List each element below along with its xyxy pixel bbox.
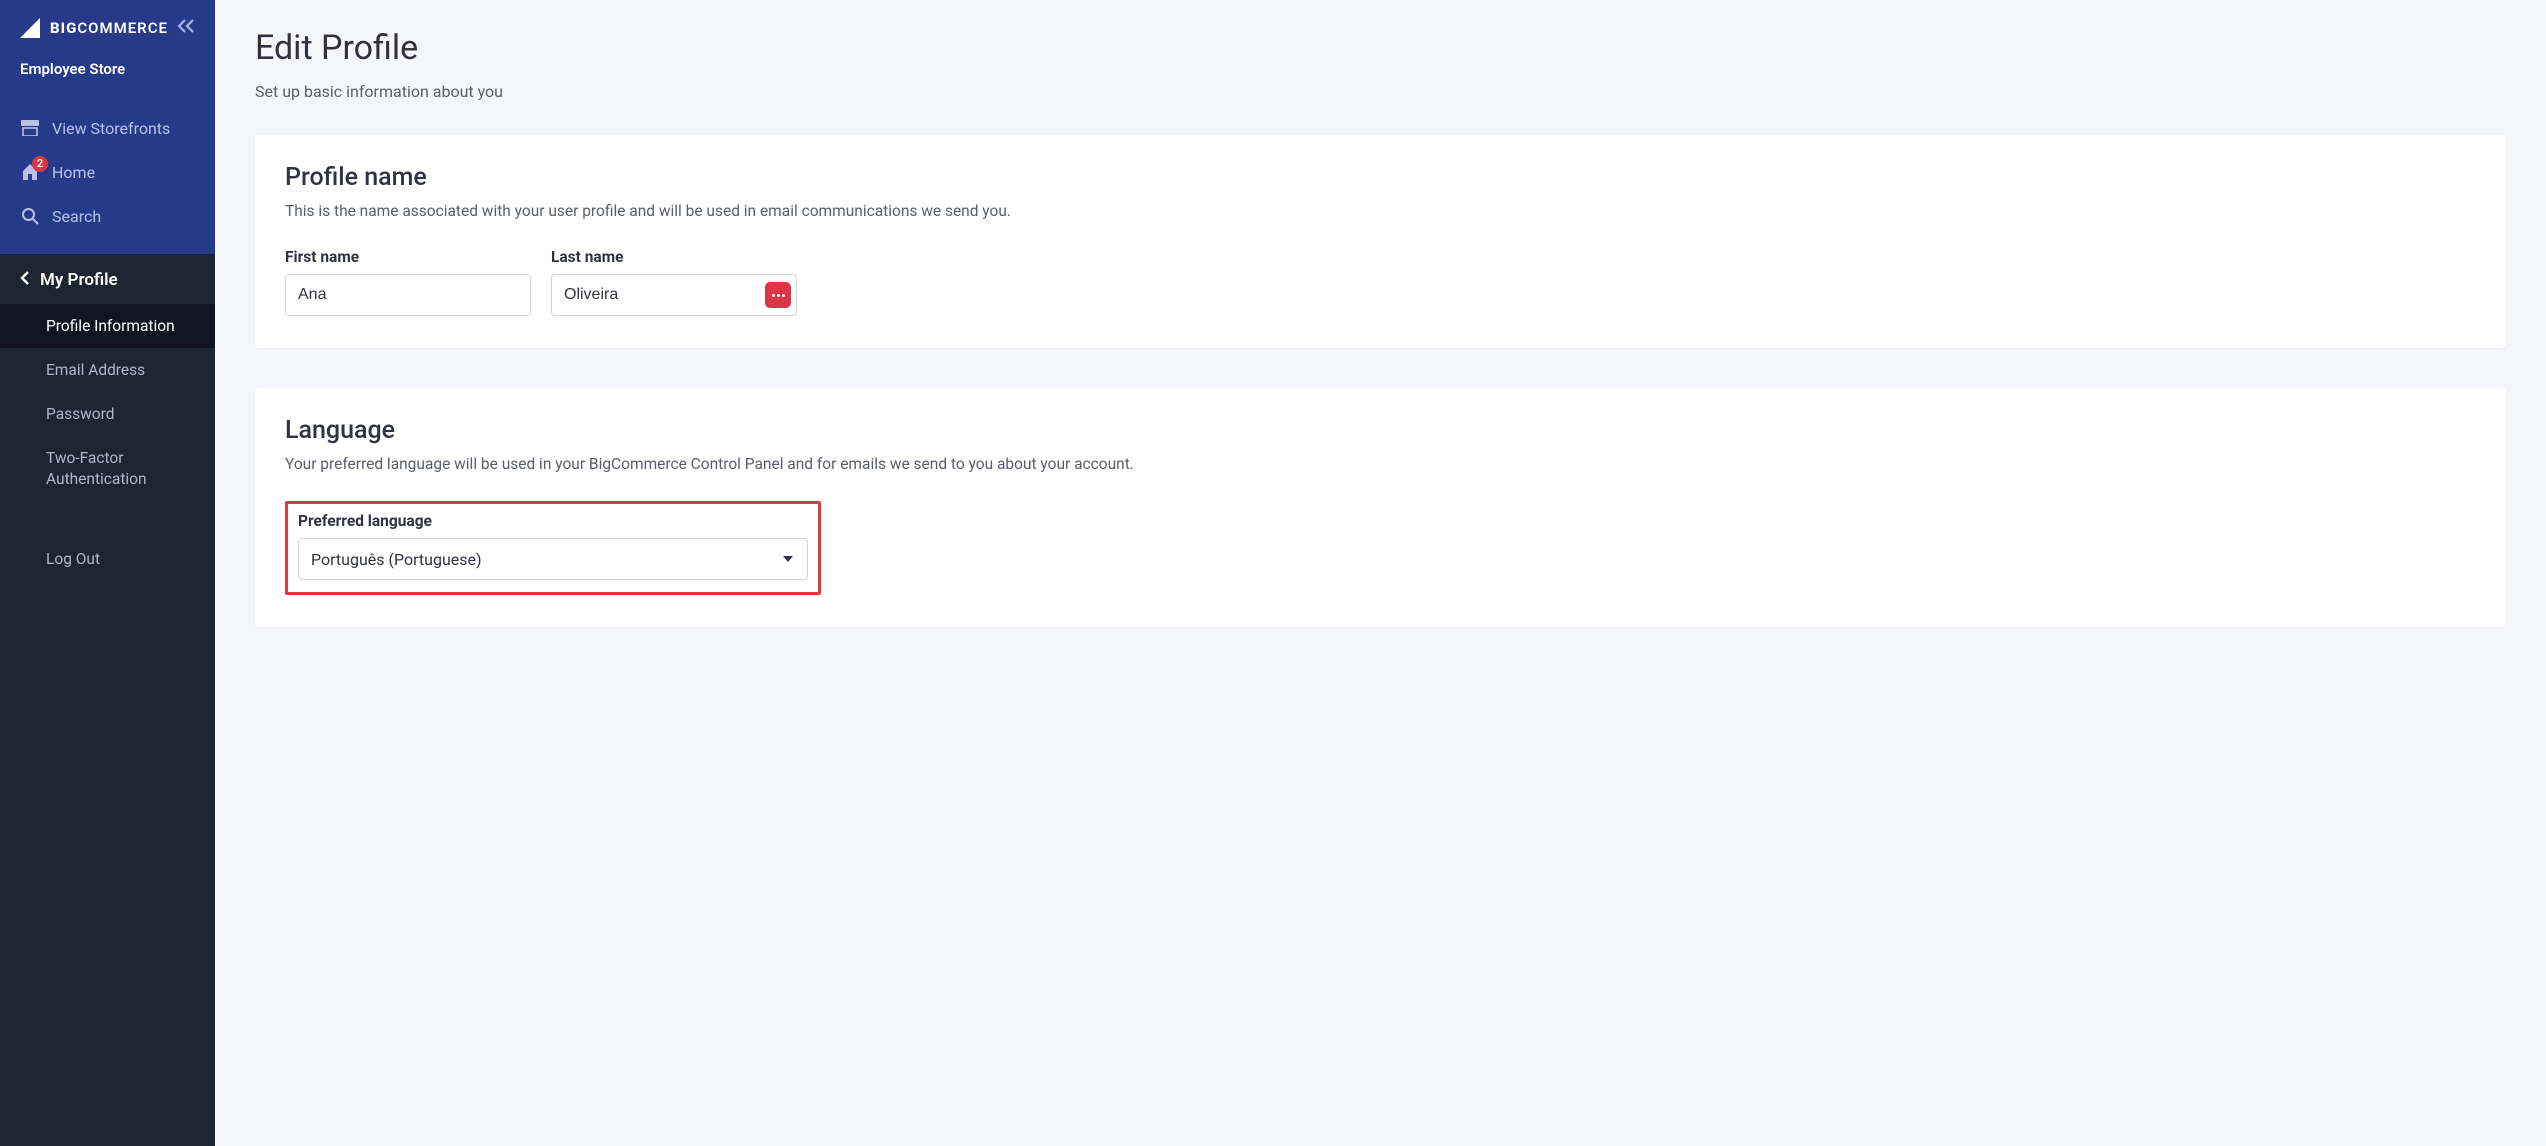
page-title: Edit Profile [255,28,2506,68]
nav-label: View Storefronts [52,119,170,138]
nav-secondary: My Profile Profile Information Email Add… [0,254,215,1146]
nav-sub-two-factor-authentication[interactable]: Two-Factor Authentication [0,436,215,500]
nav-sub-label: Two-Factor Authentication [46,449,147,487]
section-title-profile-name: Profile name [285,163,2476,192]
home-icon: 2 [20,162,40,182]
card-language: Language Your preferred language will be… [255,388,2506,627]
nav-sub-profile-information[interactable]: Profile Information [0,304,215,348]
nav-item-search[interactable]: Search [0,194,215,238]
nav-item-view-storefronts[interactable]: View Storefronts [0,106,215,150]
nav-sub-email-address[interactable]: Email Address [0,348,215,392]
sidebar: BIGCOMMERCE Employee Store View Storefro… [0,0,215,1146]
nav-label: Search [52,207,101,226]
nav-sub-log-out[interactable]: Log Out [0,537,215,581]
label-last-name: Last name [551,248,797,266]
storefront-icon [20,118,40,138]
first-name-input[interactable] [285,274,531,316]
brand-logo[interactable]: BIGCOMMERCE [20,18,168,38]
sidebar-collapse-button[interactable] [177,19,195,37]
form-group-last-name: Last name [551,248,797,316]
preferred-language-value: Português (Portuguese) [311,550,482,569]
section-desc-profile-name: This is the name associated with your us… [285,202,2476,220]
preferred-language-select[interactable]: Português (Portuguese) [298,538,808,580]
double-chevron-left-icon [177,17,195,38]
section-desc-language: Your preferred language will be used in … [285,455,2476,473]
search-icon [20,206,40,226]
form-row-name: First name Last name [285,248,2476,316]
nav-sub-label: Log Out [46,550,100,568]
form-group-first-name: First name [285,248,531,316]
store-name: Employee Store [0,48,215,106]
nav-sub-label: Email Address [46,361,145,379]
nav-item-home[interactable]: 2 Home [0,150,215,194]
nav-sub-label: Password [46,405,114,423]
nav-label: Home [52,163,95,182]
chevron-left-icon [20,270,30,290]
card-profile-name: Profile name This is the name associated… [255,135,2506,348]
nav-section-title: My Profile [40,270,118,290]
brand-mark-icon [20,18,46,38]
password-manager-icon[interactable] [765,282,791,308]
section-title-language: Language [285,416,2476,445]
brand-text: BIGCOMMERCE [50,19,168,37]
label-preferred-language: Preferred language [298,512,808,530]
sidebar-top: BIGCOMMERCE [0,0,215,48]
last-name-input[interactable] [551,274,797,316]
caret-down-icon [783,556,793,562]
nav-primary: View Storefronts 2 Home Search [0,106,215,254]
nav-sub-password[interactable]: Password [0,392,215,436]
nav-back-my-profile[interactable]: My Profile [0,254,215,304]
form-group-preferred-language: Preferred language Português (Portuguese… [298,512,808,580]
home-badge: 2 [32,156,48,172]
highlight-preferred-language: Preferred language Português (Portuguese… [285,501,821,595]
nav-sub-list: Profile Information Email Address Passwo… [0,304,215,581]
main-content: Edit Profile Set up basic information ab… [215,0,2546,1146]
last-name-input-wrap [551,274,797,316]
label-first-name: First name [285,248,531,266]
nav-sub-label: Profile Information [46,317,175,335]
page-subtitle: Set up basic information about you [255,82,2506,101]
